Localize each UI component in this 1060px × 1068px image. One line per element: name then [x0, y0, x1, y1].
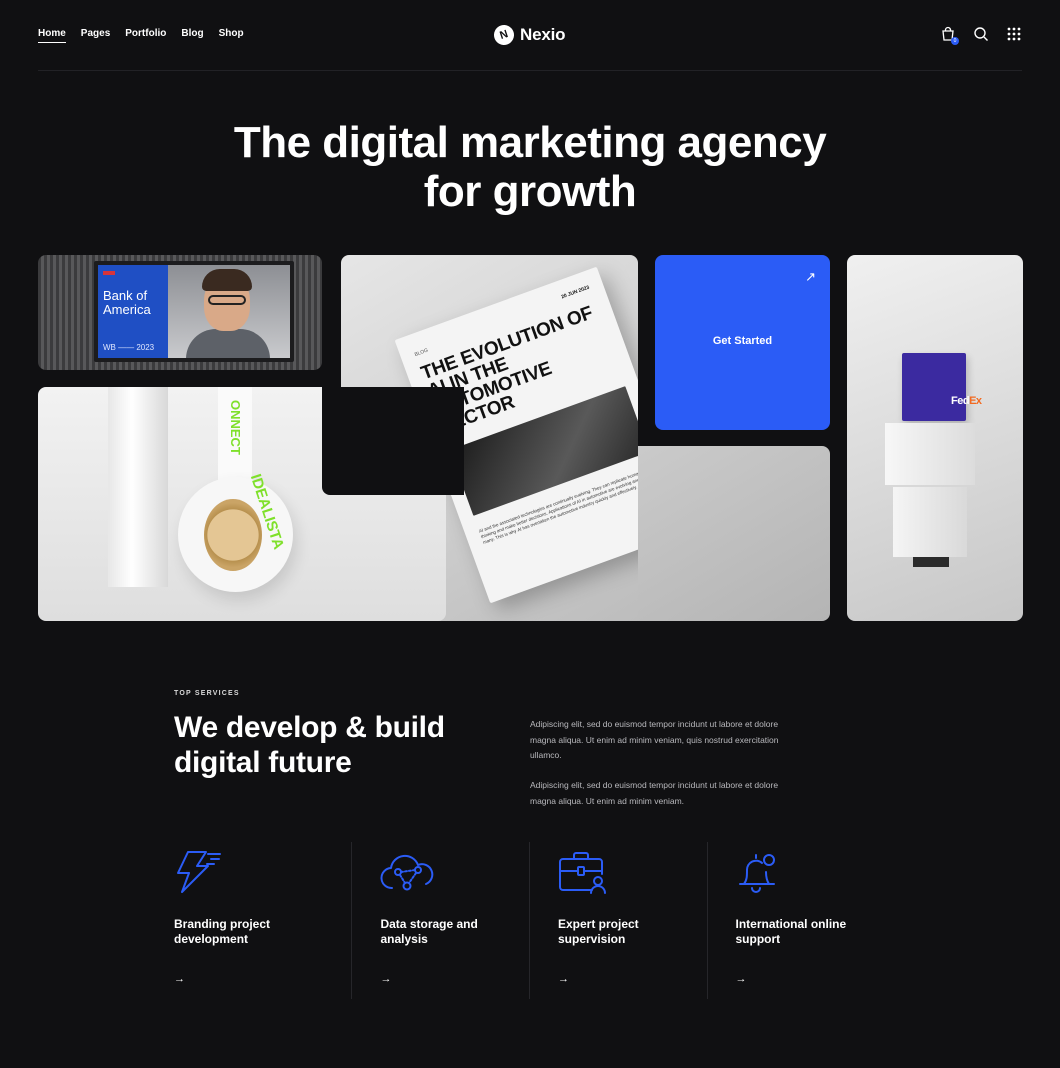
- arrow-right-icon[interactable]: →: [736, 973, 747, 985]
- billboard-frame: Bank of America WB —— 2023: [94, 261, 294, 362]
- strap-text: ONNECT: [228, 399, 243, 455]
- nav-blog[interactable]: Blog: [181, 28, 203, 43]
- arrow-right-icon[interactable]: →: [558, 973, 569, 985]
- bank-logo-icon: [103, 271, 115, 275]
- billboard-brand-panel: Bank of America WB —— 2023: [98, 265, 168, 358]
- logo-mark: N: [491, 22, 517, 48]
- hero-title-line2: for growth: [423, 167, 637, 216]
- fedex-logo: FedEx: [951, 395, 982, 407]
- billboard-portrait: [168, 265, 290, 358]
- get-started-label: Get Started: [712, 335, 773, 347]
- logo-text: Nexio: [520, 25, 566, 44]
- billboard-brand: Bank of America: [103, 288, 151, 317]
- services-paragraph-1: Adipiscing elit, sed do euismod tempor i…: [530, 719, 779, 760]
- nav-portfolio[interactable]: Portfolio: [125, 28, 166, 43]
- service-cards: Branding project development → Data stor…: [174, 842, 884, 999]
- nav-home[interactable]: Home: [38, 28, 66, 43]
- grid-menu-icon[interactable]: [1006, 26, 1022, 42]
- service-card-title: Expert project supervision: [557, 917, 639, 946]
- arrow-right-icon[interactable]: →: [380, 973, 391, 985]
- nav-pages[interactable]: Pages: [81, 28, 110, 43]
- fedex-box-image: FedEx: [847, 255, 1023, 621]
- service-card-supervision[interactable]: Expert project supervision →: [528, 842, 707, 999]
- service-card-title: Branding project development: [174, 917, 271, 946]
- shopping-bag-icon[interactable]: 0: [940, 26, 959, 45]
- site-logo[interactable]: N Nexio: [491, 22, 566, 48]
- briefcase-user-icon: [558, 850, 606, 894]
- site-header: Home Pages Portfolio Blog Shop N Nexio 0: [38, 0, 1022, 71]
- main-nav: Home Pages Portfolio Blog Shop: [38, 28, 244, 43]
- cart-count-badge: 0: [951, 37, 959, 45]
- header-actions: 0: [940, 26, 1022, 45]
- service-card-title: Data storage and analysis: [380, 917, 478, 946]
- nav-shop[interactable]: Shop: [219, 28, 244, 43]
- service-card-branding[interactable]: Branding project development →: [174, 842, 351, 999]
- search-icon[interactable]: [973, 26, 989, 42]
- bell-icon: [736, 850, 784, 894]
- service-card-title: International online support: [735, 917, 847, 946]
- cloud-network-icon: [380, 850, 434, 894]
- service-card-support[interactable]: International online support →: [706, 842, 885, 999]
- gallery-cutout: [322, 387, 464, 495]
- fedex-box: FedEx: [902, 353, 982, 421]
- services-eyebrow: TOP SERVICES: [174, 690, 240, 697]
- lightning-icon: [174, 850, 222, 894]
- hero-title-line1: The digital marketing agency: [233, 118, 827, 167]
- billboard-image: Bank of America WB —— 2023: [38, 255, 322, 370]
- arrow-up-right-icon: ↗: [805, 269, 816, 284]
- billboard-year: WB —— 2023: [103, 343, 155, 352]
- hero-title: The digital marketing agency for growth: [0, 118, 1060, 216]
- services-title: We develop & build digital future: [174, 711, 445, 779]
- get-started-button[interactable]: ↗ Get Started: [655, 255, 830, 430]
- service-card-data-storage[interactable]: Data storage and analysis →: [351, 842, 529, 999]
- services-paragraph-2: Adipiscing elit, sed do euismod tempor i…: [530, 780, 779, 806]
- arrow-right-icon[interactable]: →: [174, 973, 185, 985]
